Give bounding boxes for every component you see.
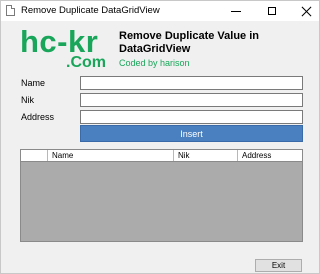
minimize-icon (231, 10, 241, 12)
document-icon (6, 5, 15, 16)
address-field[interactable] (80, 110, 303, 124)
logo-domain: .Com (66, 54, 106, 71)
name-label: Name (21, 78, 46, 88)
column-header-name[interactable]: Name (48, 150, 174, 161)
page-title: Remove Duplicate Value in DataGridView (119, 30, 259, 55)
logo: hc-kr .Com (20, 25, 106, 73)
insert-button[interactable]: Insert (80, 125, 303, 142)
close-button[interactable] (291, 1, 319, 21)
grid-header: Name Nik Address (21, 150, 302, 162)
close-icon (301, 6, 312, 17)
column-header-nik[interactable]: Nik (174, 150, 238, 161)
window-title: Remove Duplicate DataGridView (21, 5, 160, 16)
minimize-button[interactable] (221, 1, 251, 21)
nik-label: Nik (21, 95, 34, 105)
exit-button[interactable]: Exit (255, 259, 302, 272)
main-window: Remove Duplicate DataGridView hc-kr .Com… (0, 0, 320, 274)
row-header-cell[interactable] (21, 150, 48, 161)
byline: Coded by harison (119, 58, 190, 68)
address-label: Address (21, 112, 55, 122)
column-header-address[interactable]: Address (238, 150, 302, 161)
data-grid[interactable]: Name Nik Address (20, 149, 303, 242)
title-bar[interactable]: Remove Duplicate DataGridView (1, 1, 319, 21)
maximize-button[interactable] (257, 1, 287, 21)
name-field[interactable] (80, 76, 303, 90)
maximize-icon (268, 7, 276, 15)
nik-field[interactable] (80, 93, 303, 107)
